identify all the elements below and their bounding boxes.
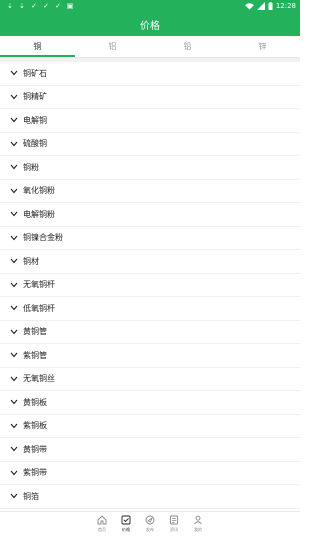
- chevron-down-icon: [9, 139, 19, 149]
- list-item[interactable]: 黄铜带: [0, 438, 300, 462]
- chevron-down-icon: [9, 256, 19, 266]
- category-tabs: 铜 铝 铅 锌: [0, 36, 300, 58]
- page-title: 价格: [140, 20, 160, 32]
- price-icon: [121, 515, 131, 525]
- list-item[interactable]: 黄铜板: [0, 391, 300, 415]
- list-item-label: 铜矿石: [23, 68, 47, 78]
- list-item-label: 铜粉: [23, 162, 39, 172]
- tab-zinc[interactable]: 锌: [225, 36, 300, 57]
- nav-price[interactable]: 价格: [117, 515, 135, 537]
- news-icon: [170, 515, 178, 525]
- download-icon: ⇣: [19, 2, 25, 10]
- nav-publish[interactable]: 发布: [141, 515, 159, 537]
- list-item-label: 铜材: [23, 256, 39, 266]
- chevron-down-icon: [9, 444, 19, 454]
- chevron-down-icon: [9, 115, 19, 125]
- chevron-down-icon: [9, 68, 19, 78]
- list-item-label: 电解铜: [23, 115, 47, 125]
- publish-icon: [145, 515, 155, 525]
- list-item-label: 低氧铜杆: [23, 303, 55, 313]
- check-icon: ✓: [55, 2, 61, 10]
- chevron-down-icon: [9, 468, 19, 478]
- status-bar: ⇣ ⇣ ✓ ✓ ✓ ▣ 12:28: [0, 0, 300, 12]
- tab-lead[interactable]: 铅: [150, 36, 225, 57]
- list-item[interactable]: 铜精矿: [0, 86, 300, 109]
- list-item-label: 铜箔: [23, 491, 39, 501]
- chevron-down-icon: [9, 327, 19, 337]
- chevron-down-icon: [9, 162, 19, 172]
- chevron-down-icon: [9, 350, 19, 360]
- list-item[interactable]: 电解铜: [0, 109, 300, 133]
- list-item[interactable]: 电解铜粉: [0, 203, 300, 227]
- status-right-icons: 12:28: [244, 2, 296, 10]
- list-item[interactable]: 无氧铜杆: [0, 274, 300, 297]
- list-item[interactable]: 铜矿石: [0, 62, 300, 86]
- home-icon: [97, 515, 107, 525]
- list-item[interactable]: 紫铜板: [0, 415, 300, 438]
- list-item-label: 氧化铜粉: [23, 186, 55, 196]
- list-item[interactable]: 紫铜管: [0, 344, 300, 368]
- list-item-label: 黄铜带: [23, 444, 47, 454]
- chevron-down-icon: [9, 397, 19, 407]
- check-icon: ✓: [43, 2, 49, 10]
- wifi-icon: [244, 3, 254, 10]
- chevron-down-icon: [9, 233, 19, 243]
- list-item-label: 黄铜板: [23, 397, 47, 407]
- list-item-label: 无氧铜杆: [23, 280, 55, 290]
- list-item[interactable]: 氧化铜粉: [0, 180, 300, 203]
- nav-news[interactable]: 资讯: [165, 515, 183, 537]
- list-item[interactable]: 铜箔: [0, 485, 300, 509]
- list-item[interactable]: 紫铜带: [0, 462, 300, 485]
- tab-aluminum[interactable]: 铝: [75, 36, 150, 57]
- list-item-label: 铜精矿: [23, 92, 47, 102]
- nav-publish-label: 发布: [146, 527, 154, 532]
- chevron-down-icon: [9, 92, 19, 102]
- chevron-down-icon: [9, 186, 19, 196]
- list-item[interactable]: 黄铜管: [0, 321, 300, 344]
- nav-home[interactable]: 首页: [93, 515, 111, 537]
- battery-icon: [268, 2, 273, 10]
- chevron-down-icon: [9, 374, 19, 384]
- list-item[interactable]: 铜镍合金粉: [0, 227, 300, 250]
- list-item-label: 紫铜板: [23, 421, 47, 431]
- list-item[interactable]: 无氧铜丝: [0, 368, 300, 391]
- signal-icon: [256, 2, 265, 10]
- app-bar: 价格: [0, 12, 300, 36]
- list-item[interactable]: 铜材: [0, 250, 300, 274]
- bottom-nav: 首页 价格 发布 资讯 我的: [0, 511, 300, 537]
- product-list: 铜矿石铜精矿电解铜硫酸铜铜粉氧化铜粉电解铜粉铜镍合金粉铜材无氧铜杆低氧铜杆黄铜管…: [0, 62, 300, 509]
- nav-home-label: 首页: [98, 527, 106, 532]
- user-icon: [194, 515, 202, 525]
- list-item-label: 铜镍合金粉: [23, 233, 63, 243]
- chevron-down-icon: [9, 491, 19, 501]
- download-icon: ⇣: [7, 2, 13, 10]
- list-item[interactable]: 低氧铜杆: [0, 297, 300, 321]
- list-item-label: 紫铜管: [23, 350, 47, 360]
- chevron-down-icon: [9, 280, 19, 290]
- tab-copper[interactable]: 铜: [0, 36, 75, 57]
- chevron-down-icon: [9, 303, 19, 313]
- list-item[interactable]: 硫酸铜: [0, 133, 300, 156]
- list-item-label: 硫酸铜: [23, 139, 47, 149]
- list-item-label: 紫铜带: [23, 468, 47, 478]
- nav-news-label: 资讯: [170, 527, 178, 532]
- nav-mine[interactable]: 我的: [189, 515, 207, 537]
- check-icon: ✓: [31, 2, 37, 10]
- chevron-down-icon: [9, 209, 19, 219]
- status-time: 12:28: [275, 2, 296, 10]
- nav-price-label: 价格: [122, 527, 130, 532]
- list-item-label: 电解铜粉: [23, 209, 55, 219]
- app-icon: ▣: [66, 2, 74, 10]
- nav-mine-label: 我的: [194, 527, 202, 532]
- list-item[interactable]: 铜粉: [0, 156, 300, 180]
- list-item-label: 黄铜管: [23, 327, 47, 337]
- list-item-label: 无氧铜丝: [23, 374, 55, 384]
- chevron-down-icon: [9, 421, 19, 431]
- status-left-icons: ⇣ ⇣ ✓ ✓ ✓ ▣: [6, 2, 74, 10]
